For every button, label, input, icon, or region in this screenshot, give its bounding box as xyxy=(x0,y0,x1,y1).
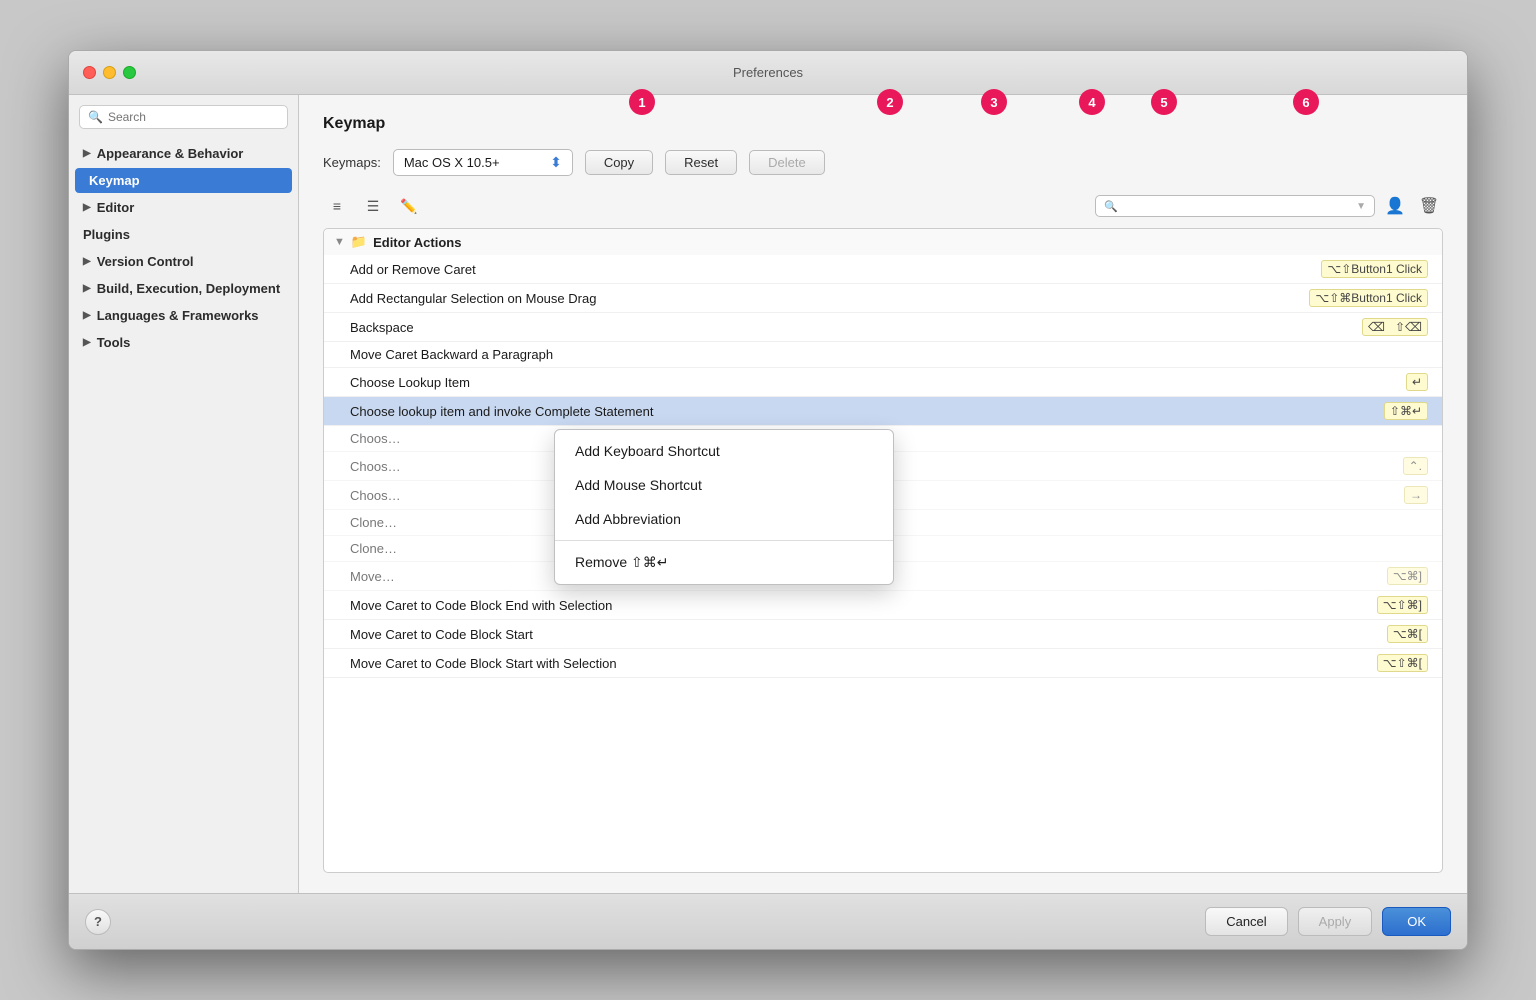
titlebar: Preferences xyxy=(69,51,1467,95)
search-input[interactable] xyxy=(108,110,279,124)
arrow-icon: ▶ xyxy=(83,256,91,267)
context-add-mouse-shortcut[interactable]: Add Mouse Shortcut xyxy=(555,468,893,502)
shortcut-11: ⌥⌘] xyxy=(1387,567,1428,585)
badge-6: 6 xyxy=(1293,89,1319,115)
sidebar: 🔍 ▶ Appearance & Behavior Keymap ▶ Edito… xyxy=(69,95,299,893)
arrow-icon: ▶ xyxy=(83,283,91,294)
badge-2: 2 xyxy=(877,89,903,115)
shortcut-14: ⌥⇧⌘[ xyxy=(1377,654,1428,672)
actions-list: ▼ 📁 Editor Actions Add or Remove Caret ⌥… xyxy=(323,228,1443,873)
badge-5: 5 xyxy=(1151,89,1177,115)
search-bar[interactable]: 🔍 xyxy=(79,105,288,129)
window-title: Preferences xyxy=(733,65,803,80)
action-row-1[interactable]: Add Rectangular Selection on Mouse Drag … xyxy=(324,284,1442,313)
action-row-3[interactable]: Move Caret Backward a Paragraph xyxy=(324,342,1442,368)
action-row-2[interactable]: Backspace ⌫ ⇧⌫ xyxy=(324,313,1442,342)
toolbar-row: ≡ ☰ ✏️ 🔍 ▼ 👤 🗑 xyxy=(323,192,1443,220)
shortcut-1: ⌥⇧⌘Button1 Click xyxy=(1309,289,1428,307)
action-row-14[interactable]: Move Caret to Code Block Start with Sele… xyxy=(324,649,1442,678)
bottom-bar: ? Cancel Apply OK xyxy=(69,893,1467,949)
sidebar-item-languages[interactable]: ▶ Languages & Frameworks xyxy=(69,303,298,328)
badge-3: 3 xyxy=(981,89,1007,115)
reset-button[interactable]: Reset xyxy=(665,150,737,175)
content-area: 🔍 ▶ Appearance & Behavior Keymap ▶ Edito… xyxy=(69,95,1467,893)
context-menu: Add Keyboard Shortcut Add Mouse Shortcut… xyxy=(554,429,894,585)
dropdown-arrows-icon: ⬍ xyxy=(550,154,562,171)
shortcut-4: ↵ xyxy=(1406,373,1428,391)
sidebar-item-plugins[interactable]: Plugins xyxy=(69,222,298,247)
cancel-button[interactable]: Cancel xyxy=(1205,907,1287,936)
arrow-icon: ▶ xyxy=(83,337,91,348)
keymap-dropdown[interactable]: Mac OS X 10.5+ ⬍ xyxy=(393,149,573,176)
search-icon: 🔍 xyxy=(88,110,103,124)
context-add-abbreviation[interactable]: Add Abbreviation xyxy=(555,502,893,536)
search-small-icon: 🔍 xyxy=(1104,200,1118,213)
actions-search[interactable]: 🔍 ▼ xyxy=(1095,195,1375,217)
actions-search-input[interactable] xyxy=(1122,199,1352,213)
action-row-13[interactable]: Move Caret to Code Block Start ⌥⌘[ xyxy=(324,620,1442,649)
search-field-right: 🔍 ▼ 👤 🗑 xyxy=(1095,192,1443,220)
preferences-window: 1 2 3 4 5 6 Preferences 🔍 ▶ Appearance &… xyxy=(68,50,1468,950)
edit-button[interactable]: ✏️ xyxy=(395,194,423,218)
keymap-row: Keymaps: Mac OS X 10.5+ ⬍ Copy Reset Del… xyxy=(323,149,1443,176)
traffic-lights xyxy=(83,66,136,79)
shortcut-2: ⌫ ⇧⌫ xyxy=(1362,318,1428,336)
trash-icon-button[interactable]: 🗑 xyxy=(1415,192,1443,220)
action-row-12[interactable]: Move Caret to Code Block End with Select… xyxy=(324,591,1442,620)
page-title: Keymap xyxy=(323,115,1443,133)
bottom-buttons: Cancel Apply OK xyxy=(1205,907,1451,936)
main-panel: Keymap Keymaps: Mac OS X 10.5+ ⬍ Copy Re… xyxy=(299,95,1467,893)
badge-4: 4 xyxy=(1079,89,1105,115)
sidebar-item-keymap[interactable]: Keymap xyxy=(75,168,292,193)
maximize-button[interactable] xyxy=(123,66,136,79)
keymaps-label: Keymaps: xyxy=(323,155,381,170)
arrow-icon: ▶ xyxy=(83,310,91,321)
shortcut-0: ⌥⇧Button1 Click xyxy=(1321,260,1428,278)
folder-icon: 📁 xyxy=(351,234,367,250)
collapse-icon[interactable]: ▼ xyxy=(334,236,345,248)
minimize-button[interactable] xyxy=(103,66,116,79)
shortcut-12: ⌥⇧⌘] xyxy=(1377,596,1428,614)
action-row-5[interactable]: Choose lookup item and invoke Complete S… xyxy=(324,397,1442,426)
action-row-4[interactable]: Choose Lookup Item ↵ xyxy=(324,368,1442,397)
context-add-keyboard-shortcut[interactable]: Add Keyboard Shortcut xyxy=(555,434,893,468)
context-divider xyxy=(555,540,893,541)
ok-button[interactable]: OK xyxy=(1382,907,1451,936)
arrow-icon: ▶ xyxy=(83,148,91,159)
sidebar-item-vcs[interactable]: ▶ Version Control xyxy=(69,249,298,274)
editor-actions-group: ▼ 📁 Editor Actions xyxy=(324,229,1442,255)
shortcut-5: ⇧⌘↵ xyxy=(1384,402,1428,420)
copy-button[interactable]: Copy xyxy=(585,150,653,175)
action-row-0[interactable]: Add or Remove Caret ⌥⇧Button1 Click xyxy=(324,255,1442,284)
arrow-icon: ▶ xyxy=(83,202,91,213)
help-button[interactable]: ? xyxy=(85,909,111,935)
sidebar-item-appearance[interactable]: ▶ Appearance & Behavior xyxy=(69,141,298,166)
sidebar-item-build[interactable]: ▶ Build, Execution, Deployment xyxy=(69,276,298,301)
apply-button[interactable]: Apply xyxy=(1298,907,1373,936)
sidebar-item-editor[interactable]: ▶ Editor xyxy=(69,195,298,220)
sidebar-item-tools[interactable]: ▶ Tools xyxy=(69,330,298,355)
context-remove[interactable]: Remove ⇧⌘↵ xyxy=(555,545,893,580)
shortcut-7: ⌃. xyxy=(1403,457,1428,475)
delete-button[interactable]: Delete xyxy=(749,150,825,175)
user-icon-button[interactable]: 👤 xyxy=(1381,192,1409,220)
badge-1: 1 xyxy=(629,89,655,115)
dropdown-arrow-icon: ▼ xyxy=(1356,201,1366,212)
shortcut-8: → xyxy=(1404,486,1428,504)
close-button[interactable] xyxy=(83,66,96,79)
expand-all-button[interactable]: ≡ xyxy=(323,194,351,218)
collapse-all-button[interactable]: ☰ xyxy=(359,194,387,218)
shortcut-13: ⌥⌘[ xyxy=(1387,625,1428,643)
